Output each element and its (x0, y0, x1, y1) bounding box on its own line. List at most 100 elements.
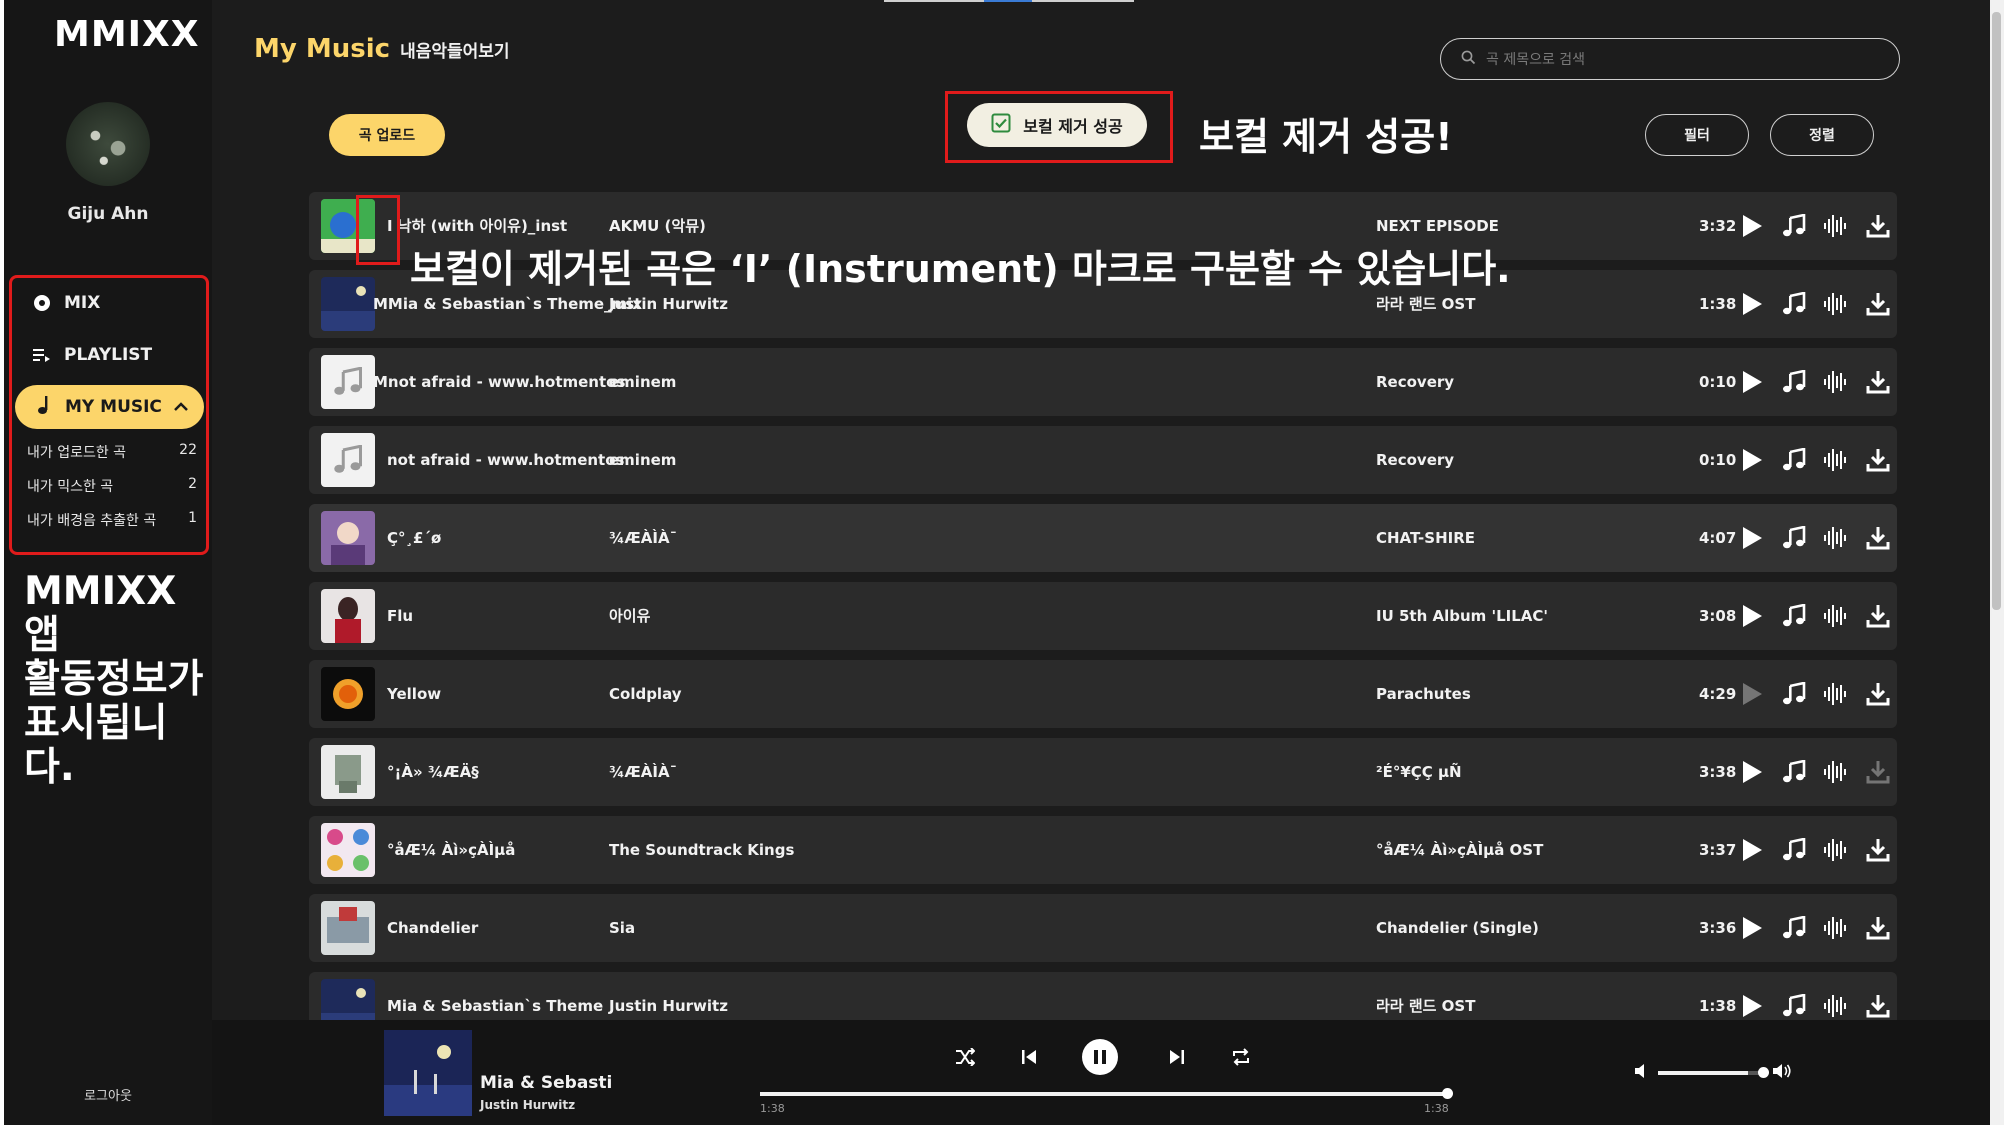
waveform-icon[interactable] (1822, 681, 1848, 707)
table-row[interactable]: not afraid - www.hotmentos eminem Recove… (309, 426, 1897, 494)
next-track-icon[interactable] (1160, 1040, 1194, 1074)
volume-high-icon[interactable] (1772, 1063, 1792, 1083)
song-title: Yellow (387, 685, 442, 703)
song-duration: 3:32 (1699, 217, 1737, 235)
song-artist: Justin Hurwitz (609, 997, 728, 1015)
repeat-icon[interactable] (1224, 1040, 1258, 1074)
volume-knob[interactable] (1758, 1067, 1769, 1078)
music-note-icon[interactable] (1781, 603, 1807, 629)
playlist-icon (32, 345, 52, 365)
music-note-icon[interactable] (1781, 759, 1807, 785)
sub-item-label: 내가 믹스한 곡 (27, 479, 114, 495)
disc-icon (32, 293, 52, 313)
play-icon[interactable] (1739, 915, 1765, 941)
music-note-icon[interactable] (1781, 291, 1807, 317)
play-icon[interactable] (1739, 291, 1765, 317)
download-icon[interactable] (1865, 681, 1891, 707)
table-row[interactable]: Chandelier Sia Chandelier (Single) 3:36 (309, 894, 1897, 962)
music-note-icon[interactable] (1781, 525, 1807, 551)
download-icon[interactable] (1865, 993, 1891, 1019)
play-icon[interactable] (1739, 759, 1765, 785)
waveform-icon[interactable] (1822, 213, 1848, 239)
music-note-icon[interactable] (1781, 369, 1807, 395)
search-input[interactable]: 곡 제목으로 검색 (1440, 38, 1900, 80)
play-icon[interactable] (1739, 681, 1765, 707)
waveform-icon[interactable] (1822, 993, 1848, 1019)
play-icon[interactable] (1739, 525, 1765, 551)
volume-slider[interactable] (1658, 1067, 1769, 1078)
sort-button[interactable]: 정렬 (1770, 114, 1874, 156)
app-logo[interactable]: MMIXX (54, 14, 200, 55)
play-icon[interactable] (1739, 837, 1765, 863)
pause-icon (1094, 1050, 1106, 1064)
download-icon[interactable] (1865, 759, 1891, 785)
download-icon[interactable] (1865, 603, 1891, 629)
download-icon[interactable] (1865, 525, 1891, 551)
logout-link[interactable]: 로그아웃 (4, 1085, 212, 1104)
music-note-icon[interactable] (1781, 993, 1807, 1019)
download-icon[interactable] (1865, 369, 1891, 395)
song-album: CHAT-SHIRE (1376, 529, 1475, 547)
sidebar-item-mix[interactable]: MIX (32, 293, 100, 313)
table-row[interactable]: Mnot afraid - www.hotmentos eminem Recov… (309, 348, 1897, 416)
song-duration: 3:37 (1699, 841, 1737, 859)
music-note-icon[interactable] (1781, 213, 1807, 239)
table-row[interactable]: °¡À» ¾ÆÄ§ ¾ÆÀÌÀ¯ ²É°¥ÇÇ µÑ 3:38 (309, 738, 1897, 806)
song-title: Flu (387, 607, 414, 625)
waveform-icon[interactable] (1822, 603, 1848, 629)
download-icon[interactable] (1865, 915, 1891, 941)
download-icon[interactable] (1865, 447, 1891, 473)
song-album: °åÆ¼ Àì»çÀÌµå OST (1376, 841, 1544, 859)
scrollbar-thumb[interactable] (1992, 12, 2001, 610)
table-row[interactable]: Ç°¸£´ø ¾ÆÀÌÀ¯ CHAT-SHIRE 4:07 (309, 504, 1897, 572)
sidebar-item-playlist[interactable]: PLAYLIST (32, 345, 152, 365)
volume-fill (1658, 1067, 1769, 1078)
waveform-icon[interactable] (1822, 759, 1848, 785)
now-playing-artwork[interactable] (384, 1030, 472, 1116)
shuffle-icon[interactable] (948, 1040, 982, 1074)
page-title: My Music 내음악들어보기 (254, 34, 510, 64)
song-artist: eminem (609, 373, 677, 391)
previous-track-icon[interactable] (1012, 1040, 1046, 1074)
play-icon[interactable] (1739, 369, 1765, 395)
table-row[interactable]: Mia & Sebastian`s Theme Justin Hurwitz 라… (309, 972, 1897, 1020)
volume-low-icon[interactable] (1634, 1063, 1650, 1083)
music-note-icon[interactable] (1781, 681, 1807, 707)
music-note-icon[interactable] (1781, 915, 1807, 941)
music-note-icon[interactable] (1781, 447, 1807, 473)
waveform-icon[interactable] (1822, 525, 1848, 551)
play-icon[interactable] (1739, 993, 1765, 1019)
song-list: I 낙하 (with 아이유)_inst AKMU (악뮤) NEXT EPIS… (309, 192, 1897, 1020)
pause-button[interactable] (1082, 1039, 1118, 1075)
filter-button[interactable]: 필터 (1645, 114, 1749, 156)
sidebar-sub-mixed[interactable]: 내가 믹스한 곡 2 (27, 476, 197, 496)
download-icon[interactable] (1865, 291, 1891, 317)
upload-button[interactable]: 곡 업로드 (329, 114, 445, 156)
download-icon[interactable] (1865, 837, 1891, 863)
waveform-icon[interactable] (1822, 447, 1848, 473)
waveform-icon[interactable] (1822, 291, 1848, 317)
progress-bar[interactable] (760, 1088, 1453, 1099)
waveform-icon[interactable] (1822, 915, 1848, 941)
waveform-icon[interactable] (1822, 837, 1848, 863)
music-note-icon[interactable] (1781, 837, 1807, 863)
download-icon[interactable] (1865, 213, 1891, 239)
music-placeholder-icon (321, 433, 375, 487)
play-icon[interactable] (1739, 603, 1765, 629)
chevron-up-icon[interactable] (174, 397, 188, 417)
sidebar: MMIXX Giju Ahn MIX PLAYLIST MY MUSIC 내가 … (4, 0, 212, 1125)
table-row[interactable]: °åÆ¼ Àì»çÀÌµå The Soundtrack Kings °åÆ¼ … (309, 816, 1897, 884)
song-duration: 1:38 (1699, 997, 1737, 1015)
play-icon[interactable] (1739, 213, 1765, 239)
avatar[interactable] (66, 102, 150, 186)
waveform-icon[interactable] (1822, 369, 1848, 395)
play-icon[interactable] (1739, 447, 1765, 473)
sidebar-item-label: PLAYLIST (64, 345, 153, 365)
table-row[interactable]: Flu 아이유 IU 5th Album 'LILAC' 3:08 (309, 582, 1897, 650)
progress-knob[interactable] (1442, 1088, 1453, 1099)
now-playing-artist: Justin Hurwitz (480, 1098, 576, 1112)
sidebar-sub-extracted[interactable]: 내가 배경음 추출한 곡 1 (27, 510, 197, 530)
table-row[interactable]: Yellow Coldplay Parachutes 4:29 (309, 660, 1897, 728)
sidebar-item-my-music[interactable]: MY MUSIC (15, 385, 204, 429)
sidebar-sub-uploaded[interactable]: 내가 업로드한 곡 22 (27, 442, 197, 462)
